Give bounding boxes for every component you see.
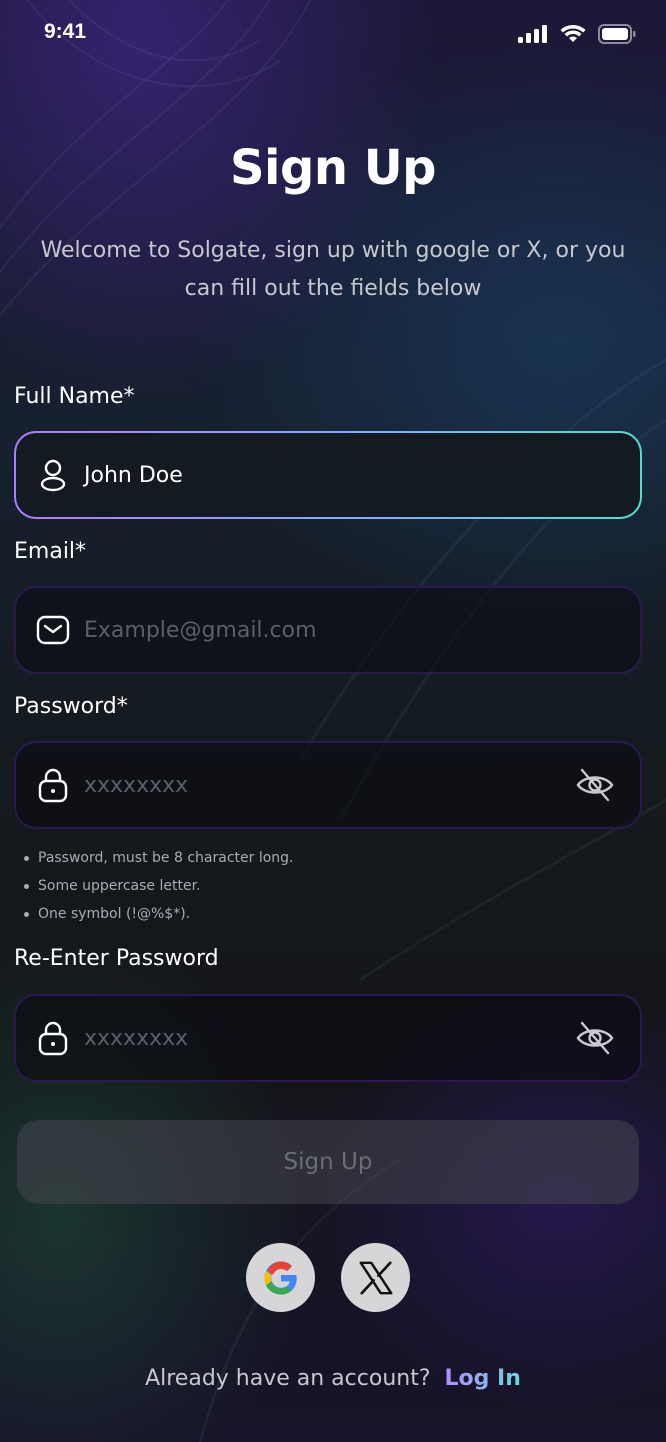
status-bar: 9:41 <box>0 0 666 70</box>
lock-icon <box>36 1021 70 1056</box>
eye-off-icon[interactable] <box>574 1017 616 1059</box>
user-icon <box>36 458 70 492</box>
x-sign-in-button[interactable] <box>341 1243 410 1312</box>
cellular-signal-icon <box>518 25 547 43</box>
google-icon <box>264 1261 297 1294</box>
email-label: Email* <box>14 539 87 564</box>
password-field[interactable]: xxxxxxxx <box>14 741 642 829</box>
login-prompt-text: Already have an account? <box>145 1366 431 1391</box>
sign-up-button[interactable]: Sign Up <box>17 1120 639 1204</box>
email-field[interactable]: Example@gmail.com <box>14 586 642 674</box>
confirm-password-placeholder: xxxxxxxx <box>84 1025 189 1051</box>
password-hint: Some uppercase letter. <box>24 872 294 900</box>
full-name-label: Full Name* <box>14 384 135 409</box>
background-swirl <box>0 0 666 1442</box>
email-placeholder: Example@gmail.com <box>84 617 317 643</box>
confirm-password-label: Re-Enter Password <box>14 946 219 971</box>
battery-icon <box>598 24 636 44</box>
password-requirements: Password, must be 8 character long. Some… <box>24 844 294 928</box>
page-title: Sign Up <box>229 140 437 196</box>
eye-off-icon[interactable] <box>574 764 616 806</box>
x-logo-icon <box>359 1260 392 1295</box>
password-hint: One symbol (!@%$*). <box>24 900 294 928</box>
lock-icon <box>36 768 70 803</box>
log-in-link[interactable]: Log In <box>445 1366 521 1391</box>
full-name-field[interactable]: John Doe <box>14 431 642 519</box>
status-icons <box>518 24 636 44</box>
google-sign-in-button[interactable] <box>246 1243 315 1312</box>
page-subtitle: Welcome to Solgate, sign up with google … <box>40 238 626 301</box>
status-time: 9:41 <box>44 20 87 43</box>
confirm-password-field[interactable]: xxxxxxxx <box>14 994 642 1082</box>
password-placeholder: xxxxxxxx <box>84 772 189 798</box>
full-name-value: John Doe <box>84 462 183 488</box>
login-prompt: Already have an account? Log In <box>0 1366 666 1391</box>
wifi-icon <box>560 24 586 42</box>
password-label: Password* <box>14 694 128 719</box>
password-hint: Password, must be 8 character long. <box>24 844 294 872</box>
signup-screen: 9:41 Sign Up Welcome to Solgate, sign up… <box>0 0 666 1442</box>
mail-icon <box>36 613 70 647</box>
